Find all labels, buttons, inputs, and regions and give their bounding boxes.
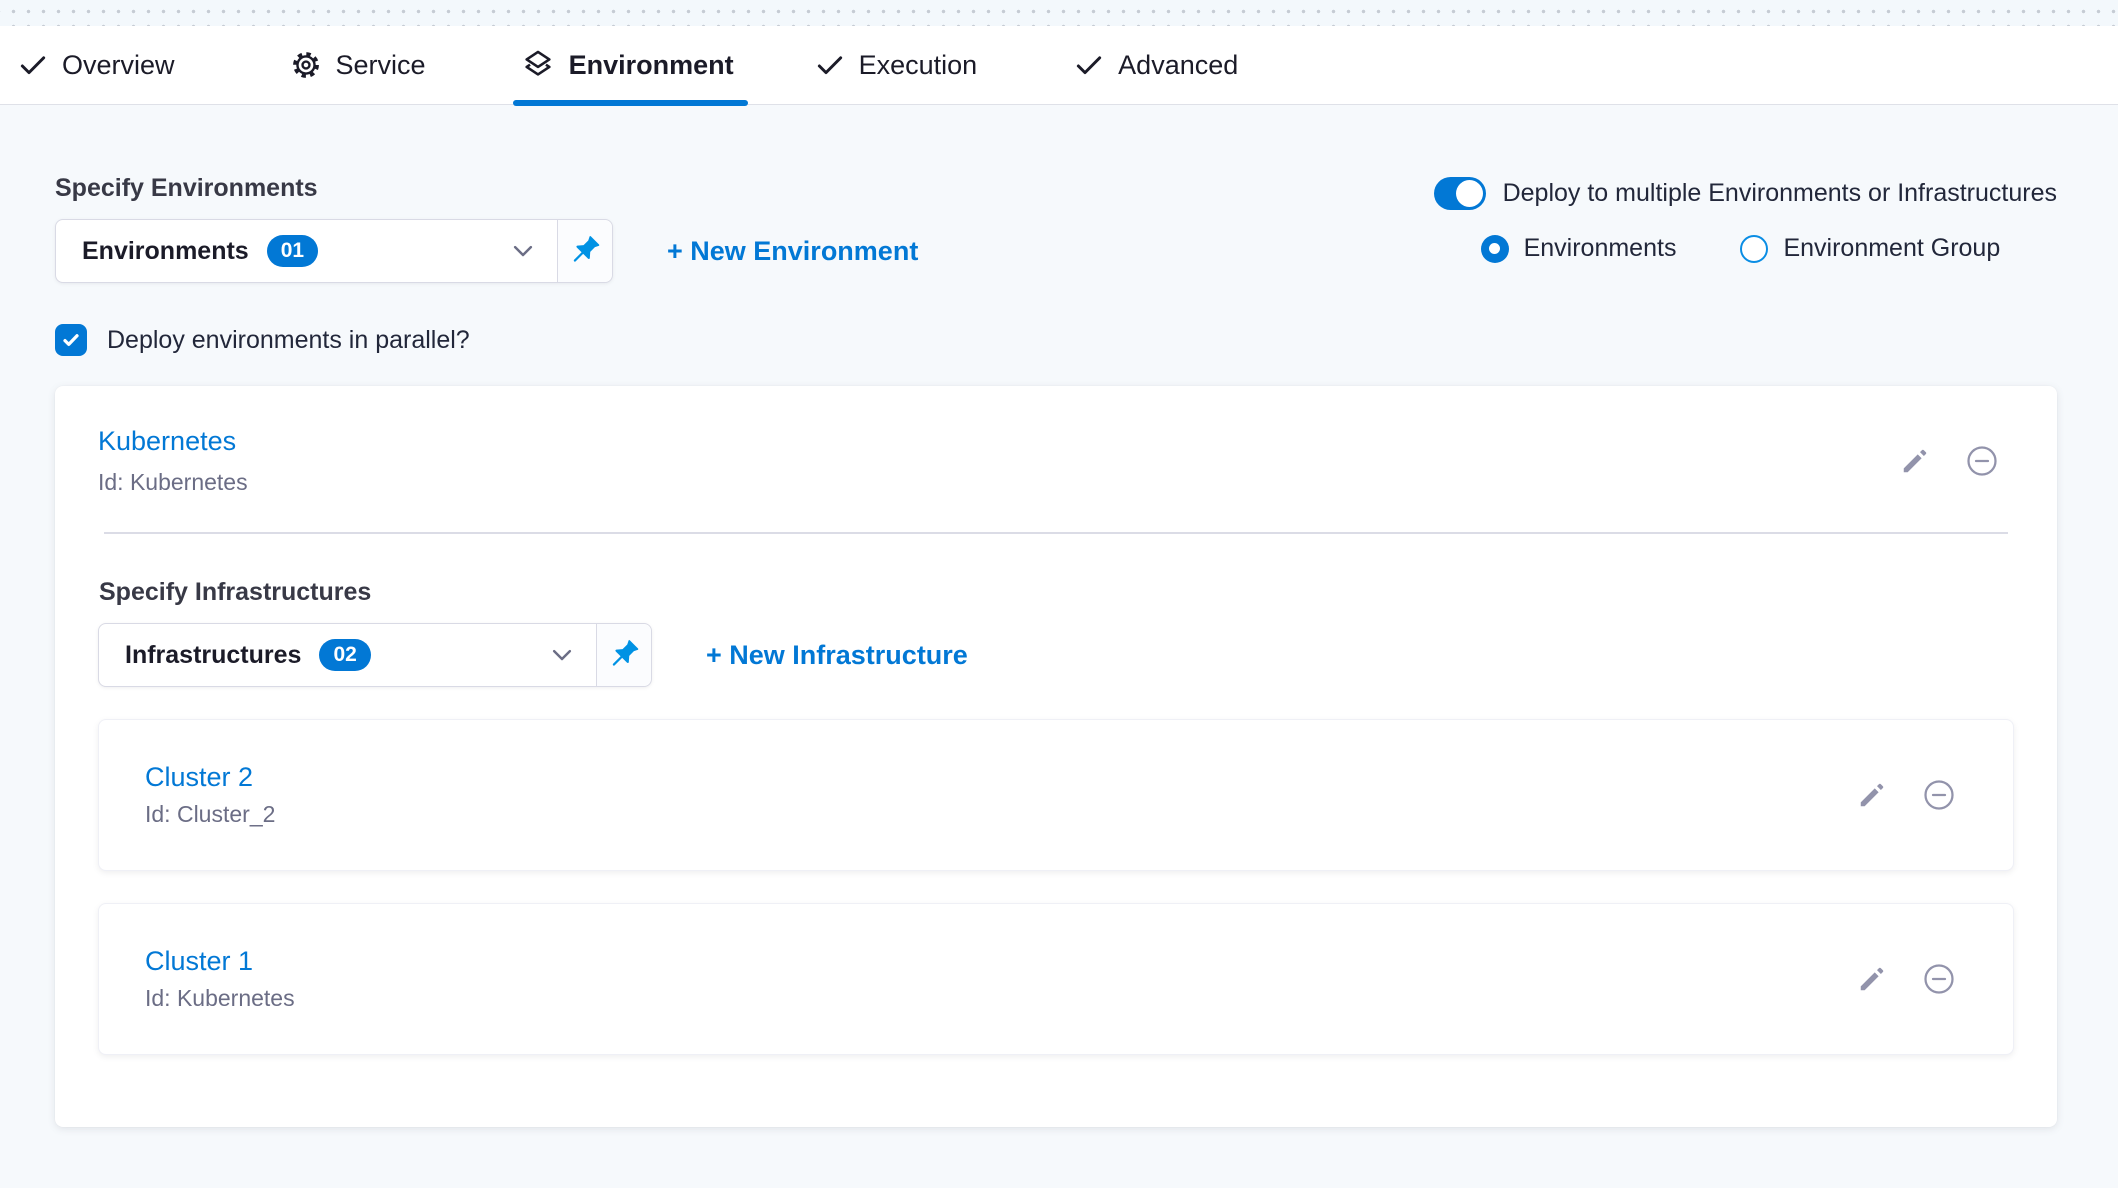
pin-icon [607,636,641,675]
pin-environments-button[interactable] [557,220,612,282]
environment-divider [104,532,2008,534]
environment-tab-page: Overview Service Environment Execution A… [0,0,2118,1188]
multi-environment-block: Deploy to multiple Environments or Infra… [1434,177,2057,263]
check-icon [1074,50,1104,80]
minus-circle-icon [1964,443,2000,479]
pipeline-canvas-dots [0,0,2118,26]
infrastructure-card: Cluster 1 Id: Kubernetes [98,903,2014,1055]
pin-icon [568,232,602,271]
deploy-parallel-label: Deploy environments in parallel? [107,326,470,355]
tab-label: Service [336,50,426,81]
infrastructure-id: Id: Cluster_2 [145,801,275,828]
radio-environment-group[interactable]: Environment Group [1740,234,2000,263]
infrastructure-name-link[interactable]: Cluster 2 [145,762,275,793]
infrastructures-dropdown-value[interactable]: Infrastructures 02 [99,624,596,686]
tab-label: Execution [859,50,978,81]
multi-environments-toggle[interactable] [1434,177,1486,210]
infrastructure-actions [1857,961,1957,997]
edit-environment-button[interactable] [1900,446,1930,476]
edit-infrastructure-button[interactable] [1857,964,1887,994]
infrastructure-card: Cluster 2 Id: Cluster_2 [98,719,2014,871]
pencil-icon [1857,780,1887,810]
tab-label: Overview [62,50,175,81]
specify-infrastructures-heading: Specify Infrastructures [98,578,2014,607]
remove-infrastructure-button[interactable] [1921,961,1957,997]
infrastructures-dropdown[interactable]: Infrastructures 02 [98,623,652,687]
checkmark-icon [61,330,81,350]
tab-overview[interactable]: Overview [18,26,175,104]
environment-card-header: Kubernetes Id: Kubernetes [98,426,2014,496]
multi-toggle-label: Deploy to multiple Environments or Infra… [1503,179,2057,208]
pin-infrastructures-button[interactable] [596,624,651,686]
chevron-down-icon [509,237,537,265]
stage-tabbar: Overview Service Environment Execution A… [0,26,2118,105]
new-infrastructure-button[interactable]: + New Infrastructure [706,640,968,671]
pencil-icon [1900,446,1930,476]
multi-toggle-row: Deploy to multiple Environments or Infra… [1434,177,2057,210]
new-environment-button[interactable]: + New Environment [667,236,918,267]
infrastructures-dropdown-label: Infrastructures [125,641,301,670]
tab-label: Advanced [1118,50,1238,81]
check-icon [815,50,845,80]
infrastructures-count-badge: 02 [319,639,370,671]
deploy-parallel-checkbox[interactable] [55,324,87,356]
minus-circle-icon [1921,777,1957,813]
infrastructure-card-titles: Cluster 2 Id: Cluster_2 [145,762,275,828]
infrastructure-actions [1857,777,1957,813]
radio-environments[interactable]: Environments [1481,234,1677,263]
deploy-parallel-row: Deploy environments in parallel? [55,324,2057,356]
environment-type-radio-row: Environments Environment Group [1481,234,2057,263]
remove-infrastructure-button[interactable] [1921,777,1957,813]
environment-id: Id: Kubernetes [98,469,248,496]
infrastructure-id: Id: Kubernetes [145,985,295,1012]
environment-tab-content: Specify Environments Environments 01 + N… [0,105,2118,1127]
radio-environment-group-label: Environment Group [1783,234,2000,263]
tab-service[interactable]: Service [290,26,426,104]
radio-environments-label: Environments [1524,234,1677,263]
environment-actions [1900,443,2014,479]
remove-environment-button[interactable] [1964,443,2000,479]
environments-count-badge: 01 [267,235,318,267]
environments-dropdown-value[interactable]: Environments 01 [56,220,557,282]
infrastructure-name-link[interactable]: Cluster 1 [145,946,295,977]
tab-label: Environment [569,50,734,81]
environment-layers-icon [521,48,555,82]
tab-execution[interactable]: Execution [815,26,978,104]
check-icon [18,50,48,80]
toggle-knob [1456,180,1483,207]
environments-dropdown-label: Environments [82,237,249,266]
infrastructures-picker-row: Infrastructures 02 + New Infrastructure [98,623,2014,687]
environment-card: Kubernetes Id: Kubernetes Specify Infras… [55,386,2057,1127]
environments-dropdown[interactable]: Environments 01 [55,219,613,283]
environment-card-titles: Kubernetes Id: Kubernetes [98,426,248,496]
gear-icon [290,49,322,81]
infrastructure-card-titles: Cluster 1 Id: Kubernetes [145,946,295,1012]
radio-unselected-icon [1740,235,1768,263]
minus-circle-icon [1921,961,1957,997]
tab-advanced[interactable]: Advanced [1074,26,1238,104]
tab-environment[interactable]: Environment [521,26,734,104]
edit-infrastructure-button[interactable] [1857,780,1887,810]
pencil-icon [1857,964,1887,994]
environment-name-link[interactable]: Kubernetes [98,426,248,457]
radio-selected-icon [1481,235,1509,263]
chevron-down-icon [548,641,576,669]
